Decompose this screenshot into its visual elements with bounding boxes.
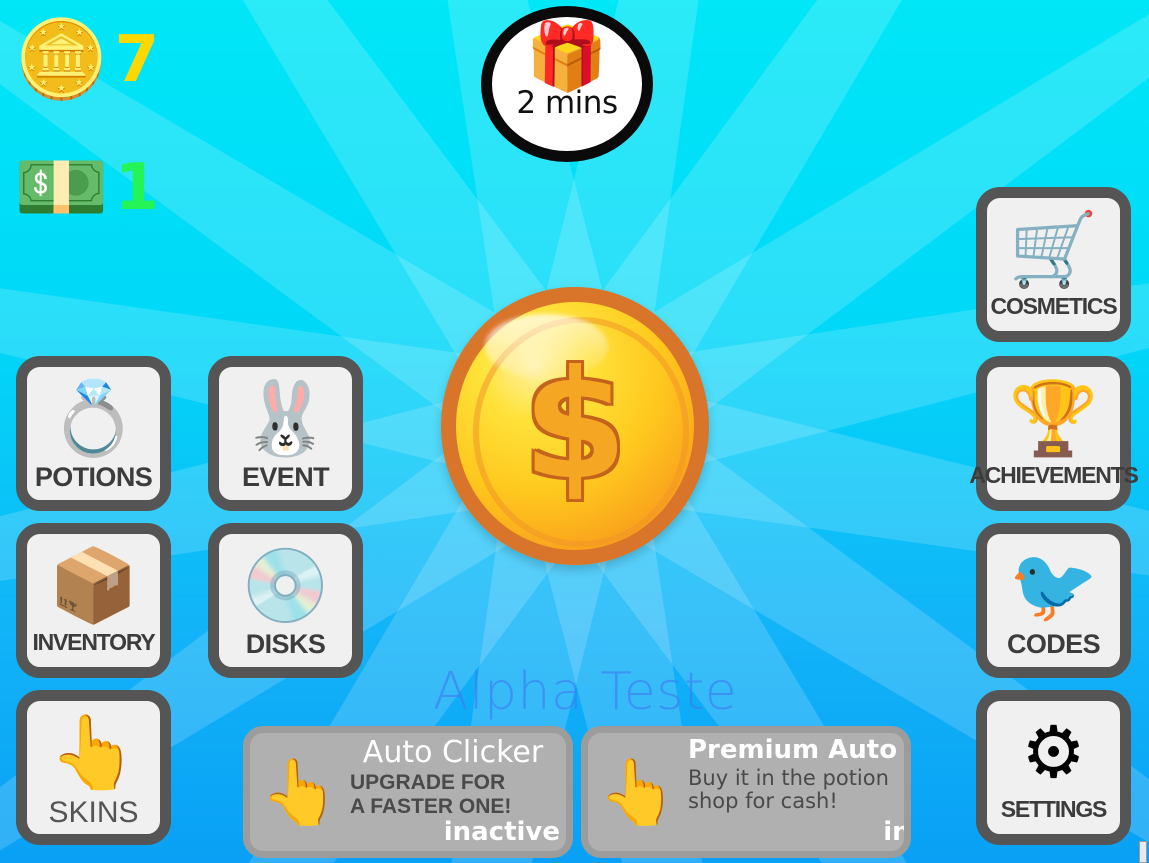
money-stack-emoji: 💵 (14, 145, 109, 230)
trophy-emoji: 🏆 (1008, 379, 1099, 459)
coin-emoji: 🪙 (14, 17, 109, 102)
yellow-hand-cursor-icon: 👆 (598, 756, 678, 828)
white-hand-cursor-icon: 👆 (260, 756, 340, 828)
cash-counter: 💵 1 (14, 150, 159, 226)
menu-button-disks[interactable]: 💿 DISKS (208, 523, 363, 678)
gift-timer-text: 2 mins (516, 85, 618, 121)
cash-count-value: 1 (114, 151, 160, 225)
alpha-tester-watermark: Alpha Teste (433, 662, 738, 722)
menu-label-potions: POTIONS (34, 462, 153, 492)
menu-label-event: EVENT (241, 462, 330, 492)
gear-emoji: ⚙ (1021, 713, 1086, 793)
menu-label-disks: DISKS (245, 629, 326, 659)
menu-label-cosmetics: COSMETICS (990, 293, 1118, 319)
rabbit-emoji: 🐰 (240, 379, 331, 459)
game-screen: 🪙 7 💵 1 🎁 2 mins $ Alpha Teste 💍 POTIONS… (0, 0, 1149, 863)
menu-button-codes[interactable]: 🐦 CODES (976, 523, 1131, 678)
auto-clicker-status-badge: inactive (443, 817, 560, 847)
coin-count-value: 7 (114, 23, 160, 97)
package-emoji: 📦 (48, 546, 139, 626)
auto-clicker-description: UPGRADE FOR A FASTER ONE! (350, 771, 512, 818)
menu-label-settings: SETTINGS (1000, 796, 1108, 822)
menu-button-potions[interactable]: 💍 POTIONS (16, 356, 171, 511)
dollar-sign-icon: $ (522, 339, 628, 513)
optical-disk-emoji: 💿 (240, 546, 331, 626)
menu-button-cosmetics[interactable]: 🛒 COSMETICS (976, 187, 1131, 342)
menu-label-codes: CODES (1006, 629, 1101, 659)
shopping-cart-emoji: 🛒 (1008, 210, 1099, 290)
premium-auto-clicker-title: Premium Auto Clicker (688, 735, 904, 765)
menu-button-settings[interactable]: ⚙ SETTINGS (976, 690, 1131, 845)
gift-emoji: 🎁 (525, 19, 609, 93)
premium-auto-clicker-description: Buy it in the potion shop for cash! (688, 765, 889, 814)
main-coin-button[interactable]: $ (441, 287, 709, 565)
twitter-bird-icon: 🐦 (1008, 546, 1099, 626)
premium-auto-clicker-panel[interactable]: 👆 Premium Auto Clicker Buy it in the pot… (581, 726, 911, 858)
auto-clicker-title: Auto Clicker (362, 735, 544, 770)
menu-button-inventory[interactable]: 📦 INVENTORY (16, 523, 171, 678)
auto-clicker-panel[interactable]: 👆 Auto Clicker UPGRADE FOR A FASTER ONE!… (243, 726, 573, 858)
gift-timer-button[interactable]: 🎁 2 mins (481, 6, 653, 162)
menu-label-skins: SKINS (48, 796, 139, 829)
auto-clicker-body: Auto Clicker UPGRADE FOR A FASTER ONE! i… (346, 733, 566, 851)
menu-button-event[interactable]: 🐰 EVENT (208, 356, 363, 511)
menu-label-inventory: INVENTORY (32, 629, 155, 655)
menu-button-skins[interactable]: 👆 SKINS (16, 690, 171, 845)
pointing-hand-cursor-icon: 👆 (48, 713, 139, 793)
premium-auto-clicker-body: Premium Auto Clicker Buy it in the potio… (684, 733, 911, 851)
scrollbar-sliver[interactable] (1139, 841, 1147, 863)
coin-counter: 🪙 7 (14, 22, 159, 98)
menu-button-achievements[interactable]: 🏆 ACHIEVEMENTS (969, 356, 1139, 511)
menu-label-achievements: ACHIEVEMENTS (969, 462, 1139, 488)
potion-emoji: 💍 (48, 379, 139, 459)
premium-auto-clicker-status-badge: inactive (883, 817, 911, 847)
